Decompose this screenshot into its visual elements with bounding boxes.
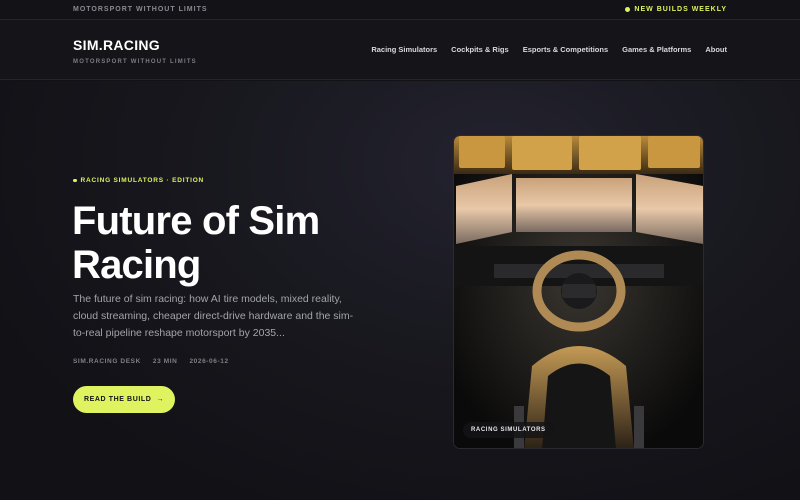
sim-cockpit-image bbox=[454, 136, 703, 448]
hero-title: Future of Sim Racing bbox=[72, 199, 320, 287]
primary-nav: Racing Simulators Cockpits & Rigs Esport… bbox=[371, 45, 727, 54]
cta-label: READ THE BUILD bbox=[83, 396, 152, 403]
nav-item-esports-competitions[interactable]: Esports & Competitions bbox=[523, 45, 608, 54]
hero-image-card[interactable]: RACING SIMULATORS bbox=[453, 135, 704, 449]
meta-author: SIM.RACING DESK bbox=[73, 358, 141, 365]
topbar-notice-label: NEW BUILDS WEEKLY bbox=[634, 6, 727, 13]
arrow-right-icon: → bbox=[156, 396, 165, 403]
nav-item-games-platforms[interactable]: Games & Platforms bbox=[622, 45, 691, 54]
article-meta: SIM.RACING DESK 23 MIN 2026-06-12 bbox=[73, 358, 229, 365]
eyebrow-dot-icon bbox=[73, 178, 77, 183]
meta-date: 2026-06-12 bbox=[189, 358, 229, 365]
status-dot-icon bbox=[625, 7, 631, 12]
image-category-badge[interactable]: RACING SIMULATORS bbox=[463, 422, 554, 438]
topbar-tagline: MOTORSPORT WITHOUT LIMITS bbox=[73, 6, 208, 13]
top-announcement-bar: MOTORSPORT WITHOUT LIMITS NEW BUILDS WEE… bbox=[0, 0, 800, 20]
main-navbar: SIM.RACING MOTORSPORT WITHOUT LIMITS Rac… bbox=[0, 20, 800, 80]
topbar-notice: NEW BUILDS WEEKLY bbox=[625, 6, 727, 13]
nav-item-about[interactable]: About bbox=[705, 45, 727, 54]
nav-item-racing-simulators[interactable]: Racing Simulators bbox=[371, 45, 437, 54]
hero-description: The future of sim racing: how AI tire mo… bbox=[73, 293, 354, 339]
meta-read-time: 23 MIN bbox=[152, 358, 178, 365]
read-the-build-button[interactable]: READ THE BUILD → bbox=[73, 386, 175, 413]
site-logo[interactable]: SIM.RACING bbox=[73, 37, 160, 53]
nav-item-cockpits-rigs[interactable]: Cockpits & Rigs bbox=[451, 45, 509, 54]
hero-eyebrow: RACING SIMULATORS · EDITION bbox=[73, 177, 204, 184]
hero-section: RACING SIMULATORS · EDITION Future of Si… bbox=[0, 81, 800, 500]
site-subtitle: MOTORSPORT WITHOUT LIMITS bbox=[73, 59, 197, 65]
hero-eyebrow-label: RACING SIMULATORS · EDITION bbox=[80, 177, 205, 184]
